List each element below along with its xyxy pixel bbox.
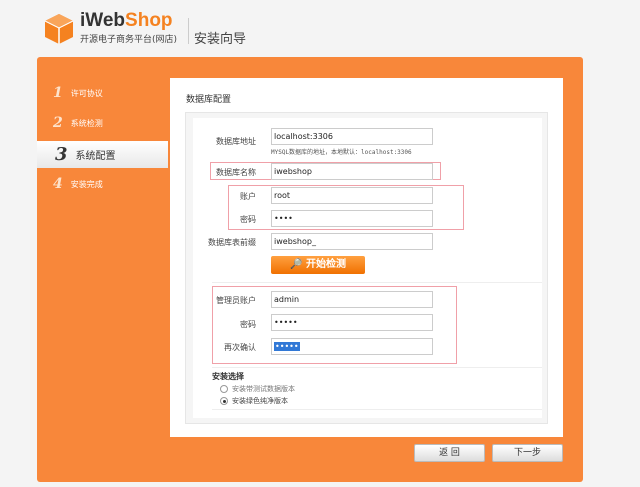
section-title: 数据库配置 — [186, 92, 231, 105]
step-finish: 4安装完成 — [53, 176, 103, 192]
divider — [188, 18, 189, 44]
install-options-title: 安装选择 — [212, 371, 244, 382]
divider — [212, 282, 542, 283]
db-prefix-input[interactable]: iwebshop_ — [271, 233, 433, 250]
db-prefix-label: 数据库表前缀 — [186, 237, 256, 248]
db-host-label: 数据库地址 — [186, 136, 256, 147]
db-user-label: 账户 — [186, 191, 256, 202]
admin-user-label: 管理员账户 — [186, 295, 256, 306]
admin-user-input[interactable]: admin — [271, 291, 433, 308]
db-user-input[interactable]: root — [271, 187, 433, 204]
divider — [212, 367, 542, 368]
db-host-input[interactable]: localhost:3306 — [271, 128, 433, 145]
option-clean[interactable]: 安装绿色纯净版本 — [220, 396, 288, 406]
wizard-title: 安装向导 — [194, 28, 246, 47]
logo-icon — [42, 12, 76, 46]
radio-selected-icon[interactable] — [220, 397, 228, 405]
db-host-hint: MYSQL数据库的地址，本地默认：localhost:3306 — [271, 147, 412, 156]
db-pass-input[interactable]: •••• — [271, 210, 433, 227]
step-license: 1许可协议 — [53, 85, 103, 101]
step-check: 2系统检测 — [53, 115, 103, 131]
brand-logo: iWebShop — [80, 10, 173, 32]
db-pass-label: 密码 — [186, 214, 256, 225]
option-test-data[interactable]: 安装带测试数据版本 — [220, 384, 295, 394]
search-icon: 🔎 — [290, 259, 306, 270]
admin-confirm-input[interactable]: ••••• — [271, 338, 433, 355]
db-name-input[interactable]: iwebshop — [271, 163, 433, 180]
next-button[interactable]: 下一步 — [492, 444, 563, 462]
start-check-button[interactable]: 🔎 开始检测 — [271, 256, 365, 274]
tagline: 开源电子商务平台(网店) — [80, 32, 177, 45]
admin-pass-label: 密码 — [186, 319, 256, 330]
db-name-label: 数据库名称 — [186, 167, 256, 178]
admin-confirm-label: 再次确认 — [186, 342, 256, 353]
radio-icon[interactable] — [220, 385, 228, 393]
divider — [212, 409, 542, 410]
back-button[interactable]: 返 回 — [414, 444, 485, 462]
admin-pass-input[interactable]: ••••• — [271, 314, 433, 331]
step-config: 3系统配置 — [37, 141, 168, 168]
